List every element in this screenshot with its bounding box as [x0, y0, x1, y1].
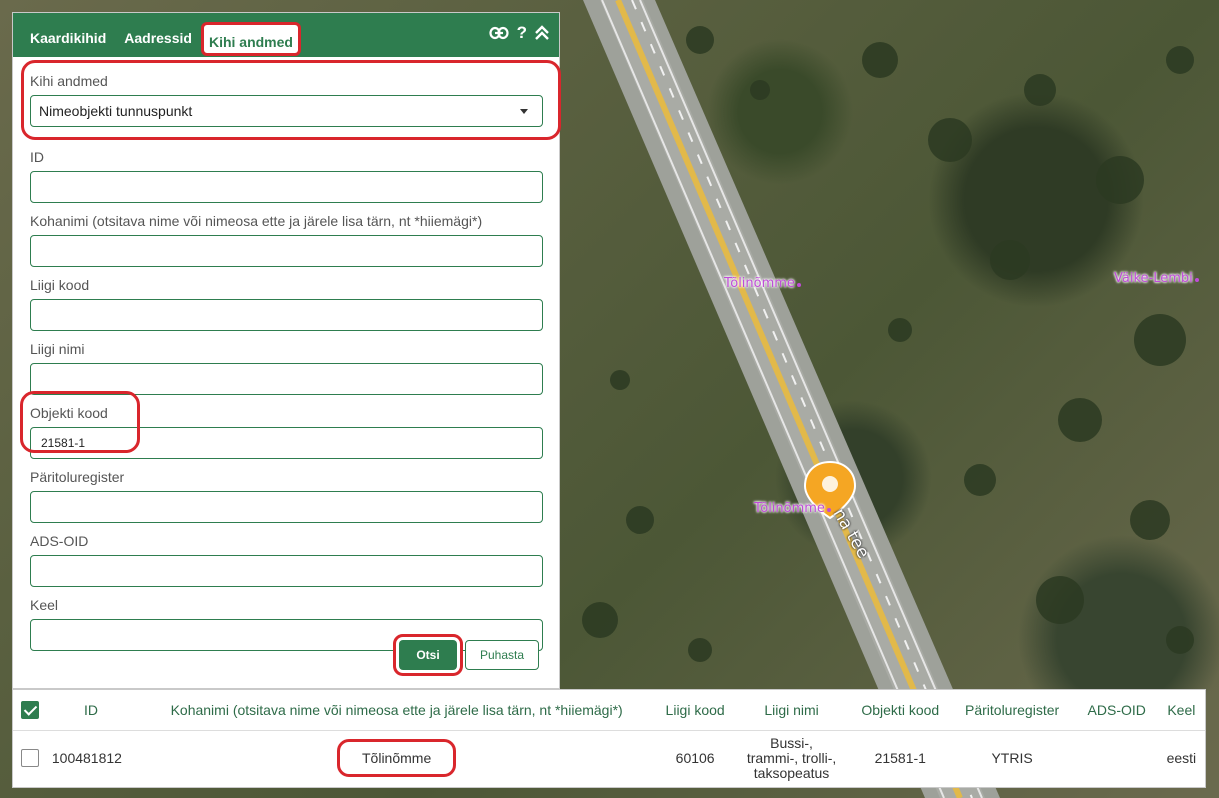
layer-select[interactable]: Nimeobjekti tunnuspunkt [30, 95, 543, 127]
layer-label: Kihi andmed [30, 73, 108, 89]
paritoluregister-input[interactable] [30, 491, 543, 523]
row-select-cell [13, 730, 48, 786]
map-label-tolinomme-stop[interactable]: Tõlinõmme [754, 501, 831, 516]
search-button[interactable]: Otsi [399, 640, 457, 670]
chevron-down-icon [520, 109, 528, 114]
select-all-checkbox[interactable] [21, 700, 40, 719]
panel-header: Kaardikihid Aadressid Kihi andmed ? [13, 13, 559, 57]
column-header-id[interactable]: ID [47, 690, 135, 731]
results-table-panel: ID Kohanimi (otsitava nime või nimeosa e… [12, 689, 1206, 788]
results-table: ID Kohanimi (otsitava nime või nimeosa e… [13, 690, 1205, 786]
tab-kaardikihid[interactable]: Kaardikihid [21, 13, 115, 57]
liigi-kood-input[interactable] [30, 299, 543, 331]
clear-button[interactable]: Puhasta [465, 640, 539, 670]
cell-ads-oid [1076, 730, 1158, 786]
id-label: ID [30, 149, 44, 165]
layer-select-value: Nimeobjekti tunnuspunkt [39, 103, 193, 119]
cell-objekti-kood: 21581-1 [874, 750, 926, 767]
table-row[interactable]: 100481812 Tõlinõmme 60106 Bussi-, trammi… [13, 730, 1205, 786]
cell-keel: eesti [1166, 750, 1197, 767]
cell-kohanimi: Tõlinõmme [134, 730, 659, 786]
row-checkbox[interactable] [21, 749, 40, 768]
id-input[interactable] [30, 171, 543, 203]
liigi-nimi-input[interactable] [30, 363, 543, 395]
cell-liigi-nimi-line: trammi-, trolli-, [746, 749, 837, 766]
column-header-keel[interactable]: Keel [1157, 690, 1205, 731]
cell-liigi-nimi-line: Bussi-, [770, 734, 813, 751]
map-label-vaike-lembi[interactable]: Väike-Lembi [1114, 271, 1199, 286]
layer-data-panel: Kaardikihid Aadressid Kihi andmed ? Kihi… [12, 12, 561, 689]
cell-liigi-nimi-line: taksopeatus [753, 764, 830, 781]
header-icons: ? [489, 23, 549, 43]
cell-id: 100481812 [51, 750, 122, 767]
kohanimi-label: Kohanimi (otsitava nime või nimeosa ette… [30, 213, 483, 229]
ads-oid-label: ADS-OID [30, 533, 89, 549]
column-header-paritoluregister[interactable]: Päritoluregister [948, 690, 1076, 731]
search-form: Kihi andmed Nimeobjekti tunnuspunkt ID K… [13, 73, 559, 651]
form-actions: Otsi Puhasta [399, 640, 539, 670]
column-header-liigi-kood[interactable]: Liigi kood [659, 690, 732, 731]
paritoluregister-label: Päritoluregister [30, 469, 125, 485]
column-header-objekti-kood[interactable]: Objekti kood [852, 690, 949, 731]
keel-label: Keel [30, 597, 59, 613]
ads-oid-input[interactable] [30, 555, 543, 587]
map-label-tolinomme[interactable]: Tõlinõmme [724, 276, 801, 291]
results-header-row: ID Kohanimi (otsitava nime või nimeosa e… [13, 690, 1205, 731]
kohanimi-input[interactable] [30, 235, 543, 267]
select-all-cell [13, 690, 48, 731]
cell-liigi-kood: 60106 [675, 750, 715, 767]
cell-paritoluregister: YTRIS [991, 750, 1033, 767]
cell-kohanimi-text: Tõlinõmme [337, 739, 457, 778]
link-icon[interactable] [489, 26, 509, 40]
column-header-kohanimi[interactable]: Kohanimi (otsitava nime või nimeosa ette… [134, 690, 660, 731]
help-icon[interactable]: ? [517, 23, 527, 43]
cell-liigi-nimi: Bussi-, trammi-, trolli-, taksopeatus [731, 730, 852, 786]
liigi-kood-label: Liigi kood [30, 277, 90, 293]
tab-kihi-andmed[interactable]: Kihi andmed [200, 22, 301, 56]
objekti-kood-label: Objekti kood [30, 405, 108, 421]
liigi-nimi-label: Liigi nimi [30, 341, 85, 357]
tab-aadressid[interactable]: Aadressid [115, 13, 201, 57]
collapse-icon[interactable] [535, 25, 549, 41]
column-header-liigi-nimi[interactable]: Liigi nimi [731, 690, 853, 731]
column-header-ads-oid[interactable]: ADS-OID [1075, 690, 1158, 731]
objekti-kood-input[interactable] [30, 427, 543, 459]
